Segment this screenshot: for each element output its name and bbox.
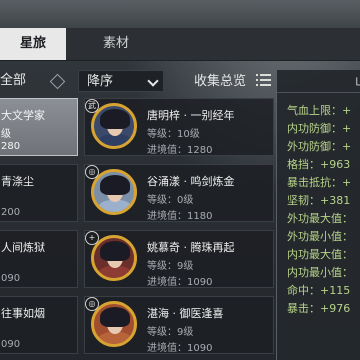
stat-label: 命中： bbox=[287, 284, 320, 297]
filter-bar: 全部 降序 收集总览 bbox=[0, 66, 276, 96]
stat-label: 外功最大值： bbox=[287, 212, 353, 225]
stat-label: 气血上限： bbox=[287, 104, 342, 117]
card-level: 等级：9级 bbox=[147, 261, 194, 272]
card-progress: 280 bbox=[1, 141, 21, 152]
chevron-down-icon bbox=[147, 75, 159, 87]
card-progress: 进境值：1090 bbox=[147, 343, 213, 354]
stat-row: 气血上限：+ bbox=[287, 102, 351, 118]
stat-label: 内功最小值： bbox=[287, 266, 353, 279]
tab-bar: 星旅 素材 bbox=[0, 28, 360, 61]
stat-row: 内功防御：+ bbox=[287, 120, 351, 136]
card-level: 等级：0级 bbox=[147, 195, 194, 206]
stat-label: 格挡： bbox=[287, 158, 320, 171]
card-name: 青涤尘 bbox=[1, 175, 34, 188]
character-portrait bbox=[91, 169, 137, 215]
card-level: 等级：9级 bbox=[147, 327, 194, 338]
card-level: 级 bbox=[1, 129, 11, 140]
stat-label: 内功防御： bbox=[287, 122, 342, 135]
stat-value: + bbox=[342, 176, 352, 189]
card-name: 谷涌漾 · 鸣剑炼金 bbox=[147, 175, 235, 188]
stat-value: + bbox=[342, 140, 352, 153]
sort-dropdown[interactable]: 降序 bbox=[78, 70, 164, 92]
card-progress: 090 bbox=[1, 339, 21, 350]
stat-row: 暴击：+976 bbox=[287, 300, 350, 316]
card-progress: 进境值：1090 bbox=[147, 277, 213, 288]
character-portrait bbox=[91, 301, 137, 347]
card-progress: 进境值：1180 bbox=[147, 211, 213, 222]
card-name: 往事如烟 bbox=[1, 307, 45, 320]
stat-row: 外功防御：+ bbox=[287, 138, 351, 154]
diamond-icon bbox=[49, 73, 66, 90]
card-right-2[interactable]: ◎ 谷涌漾 · 鸣剑炼金 等级：0级 进境值：1180 bbox=[84, 164, 274, 222]
card-name: 大文学家 bbox=[1, 109, 45, 122]
filter-all-label: 全部 bbox=[0, 73, 27, 88]
character-portrait bbox=[91, 103, 137, 149]
sort-label: 降序 bbox=[87, 74, 114, 89]
stat-label: 坚韧： bbox=[287, 194, 320, 207]
card-left-3[interactable]: 人间炼狱 090 bbox=[0, 230, 78, 288]
stat-value: + bbox=[342, 104, 352, 117]
card-progress: 200 bbox=[1, 207, 21, 218]
collection-overview-button[interactable]: 收集总览 bbox=[194, 70, 246, 89]
stat-label: 暴击抵抗： bbox=[287, 176, 342, 189]
tab-xinglv[interactable]: 星旅 bbox=[0, 28, 66, 60]
stat-label: 内功最大值： bbox=[287, 248, 353, 261]
stat-value: +976 bbox=[320, 302, 351, 315]
swirl-badge-icon: ◎ bbox=[85, 297, 99, 311]
card-right-4[interactable]: ◎ 湛海 · 御医逢喜 等级：9级 进境值：1090 bbox=[84, 296, 274, 354]
stat-value: + bbox=[342, 122, 352, 135]
filter-all-dropdown[interactable]: 全部 bbox=[0, 70, 74, 92]
list-icon[interactable] bbox=[256, 72, 272, 88]
card-level: 等级：10级 bbox=[147, 129, 200, 140]
card-left-4[interactable]: 往事如烟 090 bbox=[0, 296, 78, 354]
stats-panel: 山 气血上限：+ 内功防御：+ 外功防御：+ 格挡：+963 暴击抵抗：+ 坚韧… bbox=[276, 70, 360, 360]
stat-label: 外功最小值： bbox=[287, 230, 353, 243]
card-name: 唐明梓 · 一别经年 bbox=[147, 109, 235, 122]
cross-badge-icon: + bbox=[85, 231, 99, 245]
stat-row: 内功最大值： bbox=[287, 246, 353, 262]
stat-value: +115 bbox=[320, 284, 351, 297]
stats-header-label: 山 bbox=[355, 72, 360, 89]
card-right-3[interactable]: + 姚慕奇 · 腾珠再起 等级：9级 进境值：1090 bbox=[84, 230, 274, 288]
card-left-1[interactable]: 大文学家 级 280 bbox=[0, 98, 78, 156]
top-bar bbox=[0, 0, 360, 28]
stat-value: +963 bbox=[320, 158, 351, 171]
card-name: 人间炼狱 bbox=[1, 241, 45, 254]
stat-label: 外功防御： bbox=[287, 140, 342, 153]
stat-label: 暴击： bbox=[287, 302, 320, 315]
martial-badge-icon: 武 bbox=[85, 99, 99, 113]
card-right-1[interactable]: 武 唐明梓 · 一别经年 等级：10级 进境值：1280 bbox=[84, 98, 274, 156]
stat-row: 外功最大值： bbox=[287, 210, 353, 226]
swirl-badge-icon: ◎ bbox=[85, 165, 99, 179]
stat-row: 坚韧：+381 bbox=[287, 192, 350, 208]
card-left-2[interactable]: 青涤尘 200 bbox=[0, 164, 78, 222]
stat-row: 内功最小值： bbox=[287, 264, 353, 280]
character-portrait bbox=[91, 235, 137, 281]
stat-value: +381 bbox=[320, 194, 351, 207]
card-progress: 090 bbox=[1, 273, 21, 284]
stats-header: 山 bbox=[277, 70, 360, 93]
card-name: 姚慕奇 · 腾珠再起 bbox=[147, 241, 235, 254]
tab-materials[interactable]: 素材 bbox=[74, 28, 158, 60]
card-progress: 进境值：1280 bbox=[147, 145, 213, 156]
card-name: 湛海 · 御医逢喜 bbox=[147, 307, 224, 320]
stat-row: 命中：+115 bbox=[287, 282, 350, 298]
stat-row: 外功最小值： bbox=[287, 228, 353, 244]
stat-row: 暴击抵抗：+ bbox=[287, 174, 351, 190]
stat-row: 格挡：+963 bbox=[287, 156, 350, 172]
